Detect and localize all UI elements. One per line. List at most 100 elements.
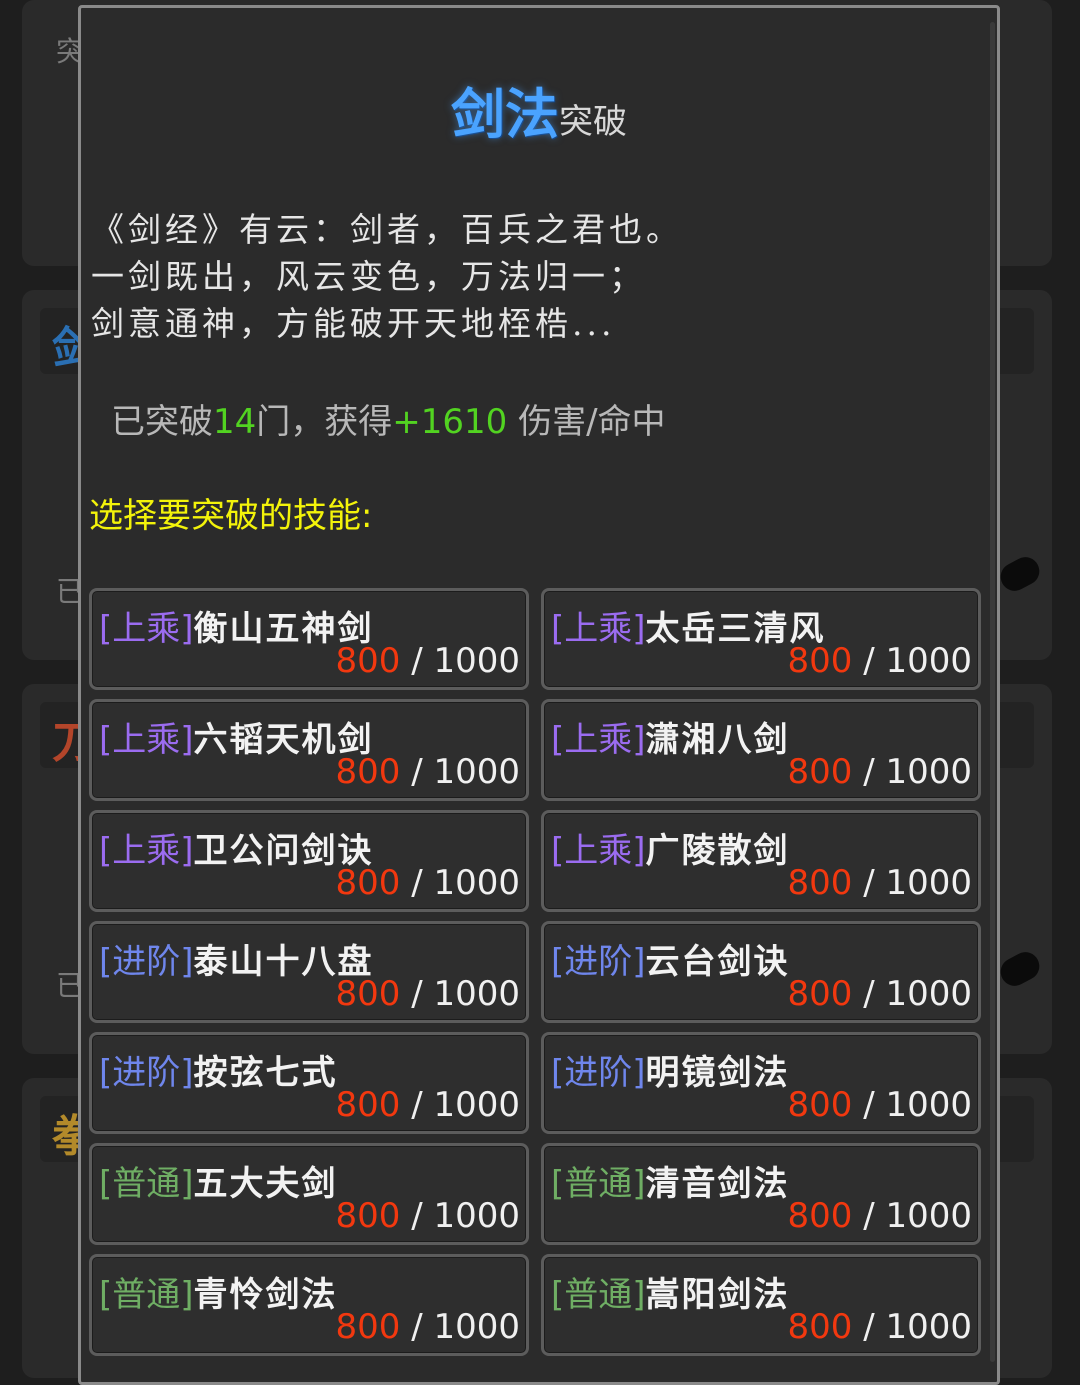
- progress-max: 1000: [885, 752, 972, 792]
- progress-separator: /: [400, 863, 434, 903]
- skill-card[interactable]: [进阶]按弦七式 800 / 1000: [89, 1032, 529, 1134]
- verse-line: 一剑既出，风云变色，万法归一；: [91, 257, 646, 296]
- skill-tier: [普通]: [99, 1164, 194, 1204]
- progress-max: 1000: [433, 974, 520, 1014]
- verse-line: 剑意通神，方能破开天地桎梏...: [91, 304, 616, 343]
- skill-name: 嵩阳剑法: [645, 1275, 790, 1315]
- skill-card[interactable]: [上乘]六韬天机剑 800 / 1000: [89, 699, 529, 801]
- scrollbar[interactable]: [990, 22, 995, 1362]
- skill-card[interactable]: [上乘]卫公问剑诀 800 / 1000: [89, 810, 529, 912]
- skill-card[interactable]: [进阶]明镜剑法 800 / 1000: [541, 1032, 981, 1134]
- skill-progress: 800 / 1000: [335, 752, 520, 792]
- skill-name: 明镜剑法: [645, 1053, 790, 1093]
- title-sub: 突破: [559, 102, 627, 142]
- skill-card[interactable]: [上乘]潇湘八剑 800 / 1000: [541, 699, 981, 801]
- skill-progress: 800 / 1000: [787, 752, 972, 792]
- progress-current: 800: [787, 641, 853, 681]
- skill-progress: 800 / 1000: [787, 1307, 972, 1347]
- progress-separator: /: [852, 974, 886, 1014]
- summary-bonus: +1610: [392, 402, 508, 442]
- skill-name: 清音剑法: [645, 1164, 790, 1204]
- skill-progress: 800 / 1000: [787, 863, 972, 903]
- skill-name-line: [普通]嵩阳剑法: [551, 1267, 790, 1316]
- progress-separator: /: [852, 1307, 886, 1347]
- skill-progress: 800 / 1000: [335, 1085, 520, 1125]
- progress-max: 1000: [433, 1085, 520, 1125]
- summary-count: 14: [213, 402, 257, 442]
- skill-tier: [普通]: [99, 1275, 194, 1315]
- progress-current: 800: [335, 1085, 401, 1125]
- skill-tier: [进阶]: [99, 1053, 194, 1093]
- title-main: 剑法: [451, 82, 559, 146]
- skill-progress: 800 / 1000: [335, 1307, 520, 1347]
- skill-name-line: [上乘]卫公问剑诀: [99, 823, 374, 872]
- progress-max: 1000: [885, 641, 972, 681]
- skill-name-line: [上乘]衡山五神剑: [99, 601, 374, 650]
- progress-separator: /: [400, 1196, 434, 1236]
- skill-tier: [进阶]: [99, 942, 194, 982]
- skill-name-line: [进阶]泰山十八盘: [99, 934, 374, 983]
- progress-separator: /: [852, 1196, 886, 1236]
- progress-current: 800: [335, 641, 401, 681]
- progress-current: 800: [335, 863, 401, 903]
- progress-max: 1000: [433, 1307, 520, 1347]
- skill-tier: [普通]: [551, 1164, 646, 1204]
- progress-max: 1000: [433, 863, 520, 903]
- progress-max: 1000: [885, 1307, 972, 1347]
- summary-prefix: 已突破: [111, 402, 213, 442]
- skill-name: 青怜剑法: [193, 1275, 338, 1315]
- breakthrough-summary: 已突破14门，获得+1610 伤害/命中: [111, 394, 666, 443]
- progress-max: 1000: [885, 863, 972, 903]
- progress-separator: /: [400, 1085, 434, 1125]
- skill-name-line: [上乘]潇湘八剑: [551, 712, 790, 761]
- skill-progress: 800 / 1000: [787, 1196, 972, 1236]
- skill-tier: [普通]: [551, 1275, 646, 1315]
- skill-name-line: [普通]青怜剑法: [99, 1267, 338, 1316]
- progress-current: 800: [335, 974, 401, 1014]
- skill-card[interactable]: [上乘]广陵散剑 800 / 1000: [541, 810, 981, 912]
- skill-card[interactable]: [进阶]泰山十八盘 800 / 1000: [89, 921, 529, 1023]
- skill-name-line: [上乘]六韬天机剑: [99, 712, 374, 761]
- skill-card[interactable]: [普通]清音剑法 800 / 1000: [541, 1143, 981, 1245]
- skill-name: 潇湘八剑: [645, 720, 790, 760]
- skill-progress: 800 / 1000: [335, 641, 520, 681]
- skill-progress: 800 / 1000: [787, 1085, 972, 1125]
- skill-progress: 800 / 1000: [335, 974, 520, 1014]
- skill-name-line: [普通]清音剑法: [551, 1156, 790, 1205]
- skill-card[interactable]: [进阶]云台剑诀 800 / 1000: [541, 921, 981, 1023]
- skill-card[interactable]: [上乘]衡山五神剑 800 / 1000: [89, 588, 529, 690]
- skill-progress: 800 / 1000: [787, 974, 972, 1014]
- progress-max: 1000: [885, 974, 972, 1014]
- skill-tier: [上乘]: [99, 609, 194, 649]
- skill-card[interactable]: [普通]五大夫剑 800 / 1000: [89, 1143, 529, 1245]
- select-skill-prompt: 选择要突破的技能:: [89, 496, 373, 536]
- progress-current: 800: [787, 752, 853, 792]
- verse-line: 《剑经》有云：剑者，百兵之君也。: [91, 210, 683, 249]
- skill-card[interactable]: [普通]青怜剑法 800 / 1000: [89, 1254, 529, 1356]
- progress-current: 800: [787, 863, 853, 903]
- progress-max: 1000: [433, 641, 520, 681]
- skill-tier: [上乘]: [551, 831, 646, 871]
- skill-name: 按弦七式: [193, 1053, 338, 1093]
- skill-name-line: [上乘]太岳三清风: [551, 601, 826, 650]
- progress-separator: /: [852, 1085, 886, 1125]
- skill-progress: 800 / 1000: [335, 863, 520, 903]
- skill-card[interactable]: [上乘]太岳三清风 800 / 1000: [541, 588, 981, 690]
- progress-current: 800: [335, 752, 401, 792]
- skill-name-line: [进阶]云台剑诀: [551, 934, 790, 983]
- skill-card[interactable]: [普通]嵩阳剑法 800 / 1000: [541, 1254, 981, 1356]
- skill-tier: [上乘]: [551, 609, 646, 649]
- progress-current: 800: [787, 1307, 853, 1347]
- progress-max: 1000: [433, 752, 520, 792]
- progress-separator: /: [852, 863, 886, 903]
- skill-name: 广陵散剑: [645, 831, 790, 871]
- progress-current: 800: [787, 1085, 853, 1125]
- progress-current: 800: [787, 974, 853, 1014]
- progress-separator: /: [400, 641, 434, 681]
- skill-name-line: [普通]五大夫剑: [99, 1156, 338, 1205]
- progress-separator: /: [400, 974, 434, 1014]
- progress-current: 800: [787, 1196, 853, 1236]
- verse-text: 《剑经》有云：剑者，百兵之君也。 一剑既出，风云变色，万法归一； 剑意通神，方能…: [91, 206, 683, 347]
- progress-current: 800: [335, 1196, 401, 1236]
- skill-name: 五大夫剑: [193, 1164, 338, 1204]
